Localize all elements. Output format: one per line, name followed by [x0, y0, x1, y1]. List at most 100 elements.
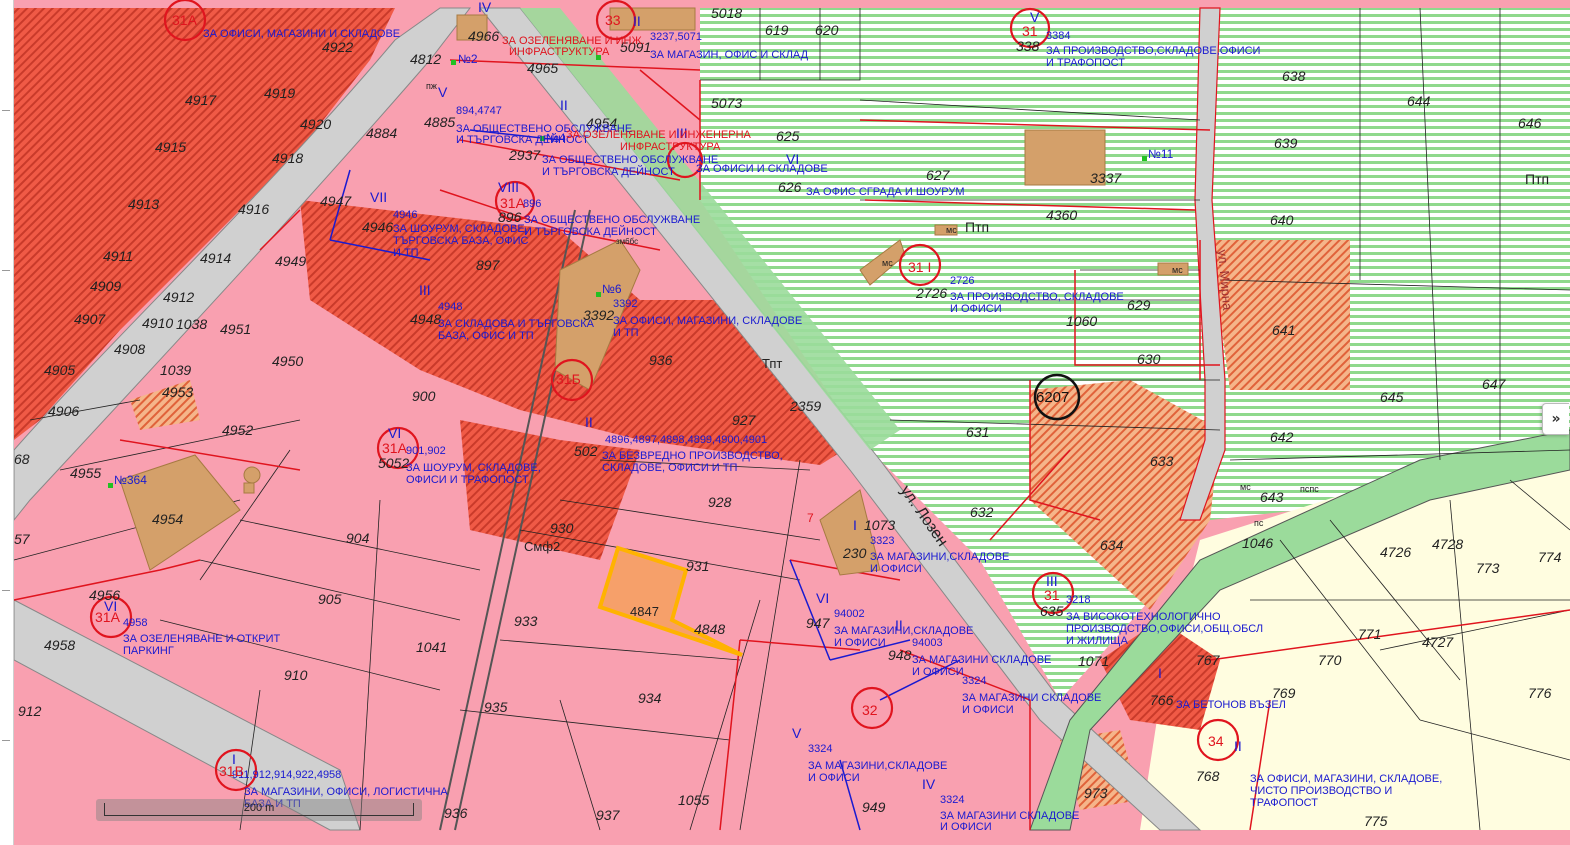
parcel-sub-label: 94003	[912, 637, 943, 649]
roman-numeral: IV	[922, 776, 936, 792]
parcel-label: 4909	[90, 278, 121, 294]
parcel-label: 937	[596, 807, 621, 823]
cadastral-map[interactable]: 5018 619 620 638 644 646 5073 625 639 62…	[0, 0, 1570, 845]
parcel-label: 900	[412, 388, 436, 404]
zone-number: 31А	[500, 195, 526, 211]
zone-description: ЗА ШОУРУМ, СКЛАДОВЕ,	[406, 462, 541, 474]
zone-description: ЗА МАГАЗИНИ, ОФИСИ, ЛОГИСТИЧНА	[244, 786, 448, 798]
parcel-label: 639	[1274, 135, 1298, 151]
parcel-label: 4911	[103, 248, 133, 264]
parcel-label: 5052	[378, 455, 409, 471]
parcel-label: 1060	[1066, 313, 1097, 329]
parcel-label: 5018	[711, 5, 742, 21]
zone-number: 31Б	[556, 371, 581, 387]
parcel-label: 4913	[128, 196, 159, 212]
parcel-sub-label: 901,902	[406, 445, 446, 457]
small-label: пс	[1254, 518, 1264, 528]
zone-description: ЗА ОЗЕЛЕНЯВАНЕ И ИНЖЕНЕРНА	[566, 129, 752, 141]
roman-numeral: VI	[104, 598, 117, 614]
parcel-label: 619	[765, 22, 789, 38]
parcel-label: 931	[686, 558, 709, 574]
zone-code: Птп	[965, 219, 989, 235]
expand-panel-button[interactable]: »	[1542, 403, 1569, 435]
parcel-label: 4918	[272, 150, 303, 166]
parcel-label: 230	[842, 545, 867, 561]
parcel-sub-label: 3384	[1046, 30, 1070, 42]
parcel-label: 4915	[155, 139, 186, 155]
zone-description: ТЪРГОВСКА БАЗА, ОФИС	[393, 235, 528, 247]
parcel-label: 949	[862, 799, 886, 815]
parcel-label: 629	[1127, 297, 1151, 313]
zone-description: И ОФИСИ	[912, 666, 964, 678]
highlighted-parcel-label: 4847	[630, 604, 659, 619]
parcel-label: 948	[888, 647, 912, 663]
parcel-label: 934	[638, 690, 662, 706]
parcel-label: 634	[1100, 537, 1124, 553]
roman-numeral: I	[232, 751, 236, 767]
map-viewport[interactable]: 5018 619 620 638 644 646 5073 625 639 62…	[0, 0, 1570, 845]
parcel-label: 776	[1528, 685, 1552, 701]
parcel-label: 4947	[320, 193, 352, 209]
parcel-sub-label: 3392	[613, 298, 637, 310]
zone-description: ЗА МАГАЗИНИ СКЛАДОВЕ	[962, 692, 1101, 704]
parcel-label: 4912	[163, 289, 194, 305]
parcel-label: 68	[14, 451, 30, 467]
parcel-label: 1071	[1078, 653, 1109, 669]
parcel-label: 774	[1538, 549, 1562, 565]
parcel-label: 627	[926, 167, 951, 183]
parcel-label: 4948	[410, 311, 441, 327]
parcel-sub-label: 3323	[870, 535, 894, 547]
zone-description: СКЛАДОВЕ, ОФИСИ И ТП	[602, 462, 737, 474]
roman-numeral: IV	[478, 0, 492, 15]
zone-description: ИНФРАСТРУКТУРА	[509, 46, 610, 58]
zone-number: 32	[862, 702, 878, 718]
parcel-label: 936	[649, 352, 673, 368]
zone-description: И ТЪРГОВСКА ДЕЙНОСТ	[542, 165, 675, 178]
parcel-label: 4917	[185, 92, 217, 108]
frame-tick	[2, 270, 10, 271]
zone-description: ПАРКИНГ	[123, 645, 174, 657]
zone-description: ЗА ОФИСИ, МАГАЗИНИ И СКЛАДОВЕ	[203, 28, 400, 40]
parcel-label: 2937	[508, 147, 541, 163]
small-label: мс	[946, 225, 957, 235]
parcel-sub-label: 911,912,914,922,4958	[232, 769, 341, 781]
parcel-label: 625	[776, 128, 800, 144]
zone-description: И ОФИСИ	[808, 772, 860, 784]
zone-description: ЗА ВИСОКОТЕХНОЛОГИЧНО	[1066, 611, 1221, 623]
parcel-label: 631	[966, 424, 989, 440]
small-label: мс	[882, 258, 893, 268]
parcel-label: 626	[778, 179, 802, 195]
parcel-label: 630	[1137, 351, 1161, 367]
parcel-label: 4950	[272, 353, 303, 369]
roman-numeral: I	[1158, 665, 1162, 681]
zone-description: И ОФИСИ	[950, 303, 1002, 315]
zone-code: Птп	[1525, 171, 1549, 187]
parcel-label: 645	[1380, 389, 1404, 405]
zone-description: ЗА ОЗЕЛЕНЯВАНЕ И ОТКРИТ	[123, 633, 281, 645]
zone-description: ЧИСТО ПРОИЗВОДСТВО И	[1250, 785, 1392, 797]
parcel-sub-label: 4948	[438, 301, 462, 313]
small-label: мс	[1172, 265, 1183, 275]
parcel-label: 4905	[44, 362, 75, 378]
zone-number: 33	[605, 12, 621, 28]
zone-description: И ТП	[613, 327, 639, 339]
zone-description: ЗА МАГАЗИНИ СКЛАДОВЕ	[912, 654, 1051, 666]
parcel-sub-label: 3324	[940, 794, 964, 806]
parcel-label: 1038	[176, 316, 207, 332]
parcel-label: 638	[1282, 68, 1306, 84]
parcel-label: 4916	[238, 201, 269, 217]
parcel-label: 4954	[152, 511, 183, 527]
well-label: №364	[114, 473, 147, 487]
parcel-label: 635	[1040, 603, 1064, 619]
zone-description: ЗА МАГАЗИН, ОФИС И СКЛАД	[650, 49, 809, 61]
zone-number: 34	[1208, 733, 1224, 749]
parcel-label: 641	[1272, 322, 1295, 338]
parcel-label: 947	[806, 615, 831, 631]
parcel-sub-label: 4896,4897,4898,4899,4900,4901	[605, 434, 767, 446]
zone-description: ЗА БЕЗВРЕДНО ПРОИЗВОДСТВО,	[602, 450, 783, 462]
parcel-label: 1055	[678, 792, 709, 808]
well-label: №6	[602, 282, 622, 296]
zone-description: ИНФРАСТРУКТУРА	[620, 141, 721, 153]
frame-tick	[2, 590, 10, 591]
parcel-label: 4884	[366, 125, 397, 141]
